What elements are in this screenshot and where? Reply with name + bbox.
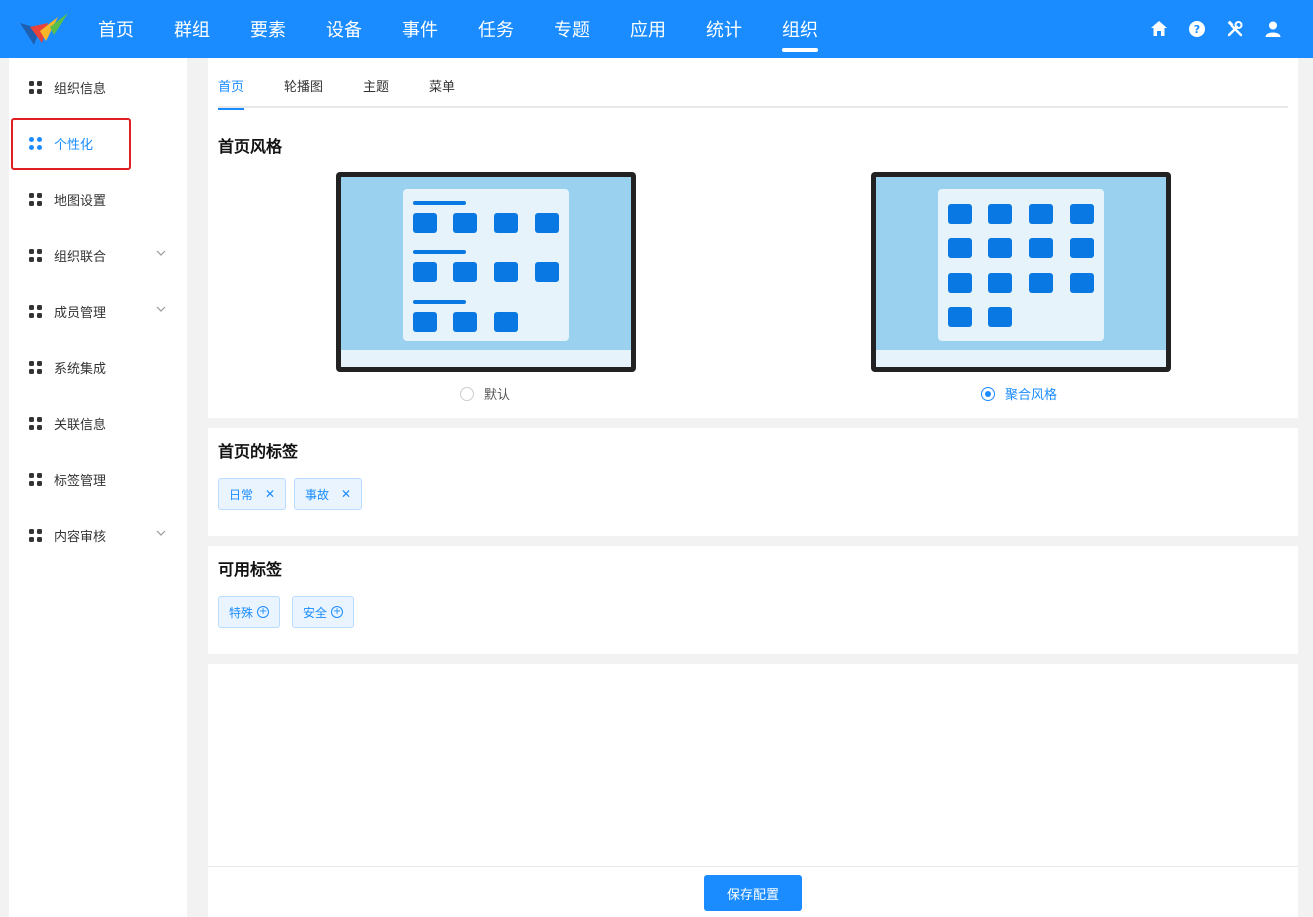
plus-circle-icon[interactable]: +: [257, 606, 270, 618]
homepage-tag[interactable]: 日常 ✕: [218, 478, 287, 510]
tag-label: 日常: [229, 487, 254, 502]
tab-home[interactable]: 首页: [218, 74, 245, 110]
sidebar-item-personalization[interactable]: 个性化: [9, 115, 187, 171]
close-icon[interactable]: ✕: [265, 487, 275, 501]
main-nav: 首页 群组 要素 设备 事件 任务 专题 应用 统计 组织: [78, 0, 838, 58]
nav-tasks[interactable]: 任务: [458, 0, 534, 58]
sidebar-item-label: 系统集成: [54, 361, 107, 377]
sidebar-item-label: 地图设置: [54, 193, 107, 209]
grid-icon: [29, 248, 42, 262]
empty-content-area: [208, 664, 1298, 866]
save-config-button[interactable]: 保存配置: [704, 875, 802, 911]
grid-icon: [29, 80, 42, 94]
tag-label: 安全: [303, 605, 328, 620]
preview-card: [938, 189, 1104, 341]
grid-icon: [29, 360, 42, 374]
footer-bar: 保存配置: [208, 866, 1298, 917]
available-tag[interactable]: 特殊 +: [218, 596, 281, 628]
tools-icon[interactable]: [1225, 19, 1245, 39]
top-navbar: 首页 群组 要素 设备 事件 任务 专题 应用 统计 组织 ?: [0, 0, 1313, 58]
sidebar-item-member-management[interactable]: 成员管理: [9, 283, 187, 339]
sidebar-item-label: 内容审核: [54, 529, 107, 545]
home-icon[interactable]: [1149, 19, 1169, 39]
radio-label: 聚合风格: [1005, 388, 1058, 403]
nav-topics[interactable]: 专题: [534, 0, 610, 58]
nav-groups[interactable]: 群组: [154, 0, 230, 58]
sidebar-item-system-integration[interactable]: 系统集成: [9, 339, 187, 395]
sidebar-item-map-settings[interactable]: 地图设置: [9, 171, 187, 227]
sidebar-item-label: 标签管理: [54, 473, 107, 489]
available-tags-title: 可用标签: [218, 560, 283, 579]
grid-icon: [29, 472, 42, 486]
grid-icon: [29, 192, 42, 206]
aggregated-style-preview[interactable]: [871, 172, 1171, 372]
homepage-tag[interactable]: 事故 ✕: [294, 478, 363, 510]
nav-features[interactable]: 要素: [230, 0, 306, 58]
user-icon[interactable]: [1263, 19, 1283, 39]
homepage-tags-title: 首页的标签: [218, 442, 299, 461]
tag-label: 事故: [305, 487, 330, 502]
grid-icon: [29, 304, 42, 318]
nav-organization[interactable]: 组织: [762, 0, 838, 58]
nav-stats[interactable]: 统计: [686, 0, 762, 58]
grid-icon: [29, 136, 42, 150]
sidebar-item-label: 成员管理: [54, 305, 107, 321]
sidebar-item-label: 关联信息: [54, 417, 107, 433]
chevron-down-icon: [156, 250, 166, 256]
preview-screen: [876, 177, 1166, 367]
tab-menu[interactable]: 菜单: [429, 74, 455, 108]
radio-dot: [981, 386, 995, 401]
nav-home[interactable]: 首页: [78, 0, 154, 58]
sidebar-item-tag-management[interactable]: 标签管理: [9, 451, 187, 507]
sidebar-item-content-review[interactable]: 内容审核: [9, 507, 187, 563]
svg-text:?: ?: [1194, 23, 1200, 36]
sidebar-item-org-info[interactable]: 组织信息: [9, 59, 187, 115]
nav-apps[interactable]: 应用: [610, 0, 686, 58]
nav-devices[interactable]: 设备: [306, 0, 382, 58]
sidebar: 组织信息 个性化 地图设置 组织联合 成员管理 系统集成 关联信息 标签管理 内…: [9, 58, 187, 917]
app-logo[interactable]: [16, 9, 72, 49]
chevron-down-icon: [156, 306, 166, 312]
close-icon[interactable]: ✕: [341, 487, 351, 501]
tab-carousel[interactable]: 轮播图: [284, 74, 323, 108]
sidebar-item-label: 个性化: [54, 137, 94, 153]
available-tag[interactable]: 安全 +: [292, 596, 355, 628]
available-tags-panel: 可用标签 特殊 + 安全 +: [208, 546, 1298, 654]
homepage-tags-panel: 首页的标签 日常 ✕ 事故 ✕: [208, 428, 1298, 536]
top-icon-group: ?: [1149, 0, 1283, 58]
help-icon[interactable]: ?: [1187, 19, 1207, 39]
default-style-preview[interactable]: [336, 172, 636, 372]
sidebar-item-label: 组织联合: [54, 249, 107, 265]
radio-label: 默认: [484, 388, 511, 403]
grid-icon: [29, 528, 42, 542]
sidebar-item-related-info[interactable]: 关联信息: [9, 395, 187, 451]
preview-screen: [341, 177, 631, 367]
nav-events[interactable]: 事件: [382, 0, 458, 58]
sidebar-item-org-federation[interactable]: 组织联合: [9, 227, 187, 283]
homepage-style-panel: 首页 轮播图 主题 菜单 首页风格 默认 聚合风格: [208, 58, 1298, 418]
tag-label: 特殊: [229, 605, 254, 620]
plus-circle-icon[interactable]: +: [331, 606, 344, 618]
aggregated-style-radio[interactable]: 聚合风格: [981, 384, 1057, 403]
grid-icon: [29, 416, 42, 430]
default-style-radio[interactable]: 默认: [460, 384, 510, 403]
preview-card: [403, 189, 569, 341]
chevron-down-icon: [156, 530, 166, 536]
radio-dot: [460, 386, 474, 401]
tab-bar: 首页 轮播图 主题 菜单: [218, 74, 1288, 110]
homepage-style-title: 首页风格: [218, 137, 283, 156]
tab-theme[interactable]: 主题: [363, 74, 389, 108]
sidebar-item-label: 组织信息: [54, 81, 107, 97]
